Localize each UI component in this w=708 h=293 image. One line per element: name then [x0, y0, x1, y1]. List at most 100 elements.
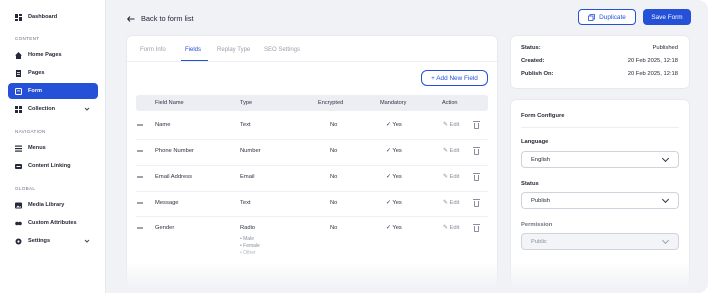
sidebar-item-settings[interactable]: Settings — [8, 233, 98, 249]
tab-form-info[interactable]: Form Info — [140, 47, 166, 53]
sidebar-item-media-library[interactable]: Media Library — [8, 197, 98, 213]
mandatory-value: Yes — [392, 122, 402, 128]
field-name: Message — [155, 200, 179, 206]
copy-icon — [588, 13, 596, 21]
delete-icon[interactable] — [473, 121, 480, 129]
edit-button[interactable]: ✎ Edit — [443, 225, 459, 231]
edit-label: Edit — [449, 148, 460, 154]
sidebar-item-content-linking[interactable]: Content Linking — [8, 158, 98, 174]
drag-handle-icon[interactable] — [137, 202, 143, 204]
chevron-down-icon — [84, 238, 90, 246]
table-row: Email Address Email No ✓ Yes ✎ Edit — [136, 170, 488, 186]
sidebar-item-label: Dashboard — [28, 14, 58, 20]
table-row: Gender Radio • Male • Female • Other No … — [136, 221, 488, 261]
status-select-label: Status — [521, 181, 539, 187]
link-icon — [15, 163, 22, 170]
field-mandatory: ✓ Yes — [386, 122, 402, 128]
edit-button[interactable]: ✎ Edit — [443, 122, 459, 128]
sidebar-item-custom-attributes[interactable]: Custom Attributes — [8, 215, 98, 231]
back-to-form-list-link[interactable]: Back to form list — [127, 14, 194, 23]
table-row: Message Text No ✓ Yes ✎ Edit — [136, 196, 488, 212]
publish-on-value: 20 Feb 2025, 12:18 — [627, 71, 678, 77]
sidebar: Dashboard CONTENT Home Pages Pages Form — [0, 0, 106, 293]
table-header: Field Name Type Encrypted Mandatory Acti… — [136, 95, 488, 111]
sidebar-section-global: GLOBAL — [15, 186, 36, 191]
drag-handle-icon[interactable] — [137, 227, 143, 229]
grid-icon — [15, 105, 22, 113]
field-encrypted: No — [330, 200, 338, 206]
back-label: Back to form list — [141, 14, 194, 23]
save-label: Save Form — [651, 13, 683, 21]
field-encrypted: No — [330, 148, 338, 154]
active-tab-indicator — [181, 60, 208, 61]
column-header-mandatory: Mandatory — [380, 100, 407, 106]
bottom-fade — [106, 262, 708, 293]
row-divider — [136, 216, 488, 217]
configure-divider — [521, 127, 679, 128]
field-name: Name — [155, 122, 171, 128]
edit-label: Edit — [449, 174, 460, 180]
created-label: Created: — [521, 58, 545, 64]
delete-icon[interactable] — [473, 173, 480, 181]
form-configure-title: Form Configure — [521, 113, 565, 119]
row-divider — [136, 191, 488, 192]
sidebar-item-label: Form — [28, 88, 42, 94]
sidebar-item-label: Media Library — [28, 202, 65, 208]
permission-select[interactable]: Public — [521, 233, 679, 250]
column-header-type: Type — [240, 100, 253, 106]
delete-icon[interactable] — [473, 199, 480, 207]
tab-fields[interactable]: Fields — [185, 47, 201, 53]
sidebar-item-label: Home Pages — [28, 52, 62, 58]
tab-replay-type[interactable]: Replay Type — [217, 47, 250, 53]
sidebar-item-label: Custom Attributes — [28, 220, 77, 226]
arrow-left-icon — [127, 15, 135, 22]
chevron-down-icon — [661, 236, 670, 245]
sidebar-item-home-pages[interactable]: Home Pages — [8, 47, 98, 63]
drag-handle-icon[interactable] — [137, 176, 143, 178]
permission-value: Public — [531, 238, 547, 245]
publish-on-label: Publish On: — [521, 71, 554, 77]
column-header-encrypted: Encrypted — [318, 100, 344, 106]
sidebar-item-dashboard[interactable]: Dashboard — [8, 9, 98, 25]
duplicate-label: Duplicate — [599, 13, 626, 21]
tab-seo-settings[interactable]: SEO Settings — [264, 47, 300, 53]
mandatory-value: Yes — [392, 148, 402, 154]
drag-handle-icon[interactable] — [137, 124, 143, 126]
gear-icon — [15, 238, 22, 245]
edit-button[interactable]: ✎ Edit — [443, 200, 459, 206]
add-new-field-button[interactable]: + Add New Field — [421, 70, 488, 86]
sidebar-item-label: Content Linking — [28, 163, 71, 169]
delete-icon[interactable] — [473, 224, 480, 232]
edit-button[interactable]: ✎ Edit — [443, 174, 459, 180]
duplicate-button[interactable]: Duplicate — [578, 9, 636, 25]
status-value: Published — [652, 45, 678, 51]
row-divider — [136, 165, 488, 166]
sidebar-item-collection[interactable]: Collection — [8, 101, 98, 117]
field-mandatory: ✓ Yes — [386, 174, 402, 180]
save-form-button[interactable]: Save Form — [643, 9, 691, 25]
chevron-down-icon — [661, 195, 670, 204]
sidebar-section-content: CONTENT — [15, 36, 40, 41]
field-mandatory: ✓ Yes — [386, 148, 402, 154]
field-type: Email — [240, 174, 255, 180]
table-row: Name Text No ✓ Yes ✎ Edit — [136, 118, 488, 134]
drag-handle-icon[interactable] — [137, 150, 143, 152]
edit-label: Edit — [449, 225, 460, 231]
mandatory-value: Yes — [392, 174, 402, 180]
sidebar-item-label: Pages — [28, 70, 45, 76]
field-encrypted: No — [330, 174, 338, 180]
delete-icon[interactable] — [473, 147, 480, 155]
language-select[interactable]: English — [521, 151, 679, 168]
sidebar-item-form[interactable]: Form — [8, 83, 98, 99]
edit-button[interactable]: ✎ Edit — [443, 148, 459, 154]
sidebar-item-pages[interactable]: Pages — [8, 65, 98, 81]
field-type: Number — [240, 148, 261, 154]
status-select[interactable]: Publish — [521, 192, 679, 209]
sidebar-item-menus[interactable]: Menus — [8, 140, 98, 156]
field-name: Email Address — [155, 174, 193, 180]
language-value: English — [531, 156, 551, 163]
radio-option: • Female — [240, 243, 260, 249]
form-icon — [15, 87, 22, 95]
sidebar-section-navigation: NAVIGATION — [15, 129, 46, 134]
created-value: 20 Feb 2025, 12:18 — [627, 58, 678, 64]
